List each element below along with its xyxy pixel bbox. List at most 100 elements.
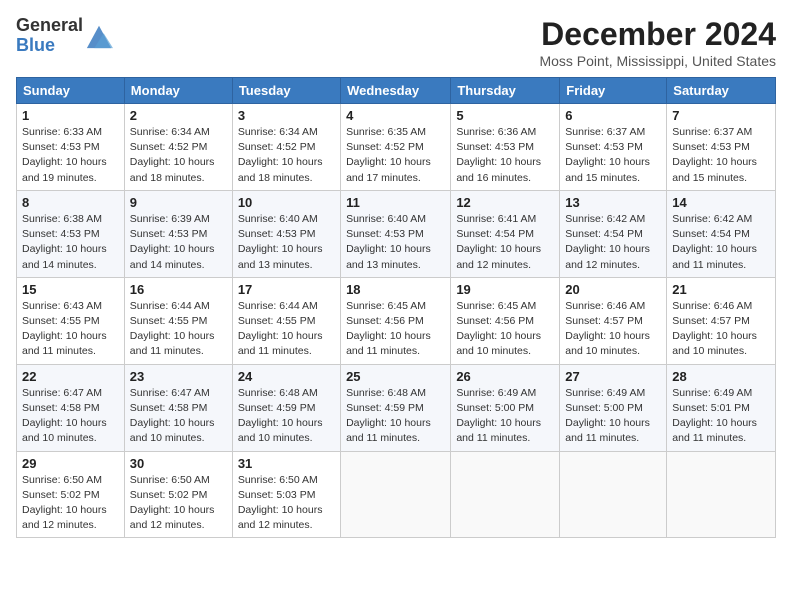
day-info: Sunrise: 6:42 AM Sunset: 4:54 PM Dayligh… (672, 212, 770, 273)
day-info: Sunrise: 6:44 AM Sunset: 4:55 PM Dayligh… (238, 299, 335, 360)
day-info: Sunrise: 6:50 AM Sunset: 5:03 PM Dayligh… (238, 473, 335, 534)
calendar-cell: 16 Sunrise: 6:44 AM Sunset: 4:55 PM Dayl… (124, 277, 232, 364)
day-info: Sunrise: 6:49 AM Sunset: 5:00 PM Dayligh… (456, 386, 554, 447)
calendar-cell: 24 Sunrise: 6:48 AM Sunset: 4:59 PM Dayl… (232, 364, 340, 451)
calendar-week-row: 29 Sunrise: 6:50 AM Sunset: 5:02 PM Dayl… (17, 451, 776, 538)
calendar-cell (341, 451, 451, 538)
logo-general: General (16, 15, 83, 35)
calendar-cell: 11 Sunrise: 6:40 AM Sunset: 4:53 PM Dayl… (341, 190, 451, 277)
day-number: 24 (238, 369, 335, 384)
day-info: Sunrise: 6:46 AM Sunset: 4:57 PM Dayligh… (672, 299, 770, 360)
month-title: December 2024 (539, 16, 776, 53)
calendar-cell: 30 Sunrise: 6:50 AM Sunset: 5:02 PM Dayl… (124, 451, 232, 538)
calendar-week-row: 8 Sunrise: 6:38 AM Sunset: 4:53 PM Dayli… (17, 190, 776, 277)
day-info: Sunrise: 6:33 AM Sunset: 4:53 PM Dayligh… (22, 125, 119, 186)
calendar-week-row: 22 Sunrise: 6:47 AM Sunset: 4:58 PM Dayl… (17, 364, 776, 451)
calendar-cell: 22 Sunrise: 6:47 AM Sunset: 4:58 PM Dayl… (17, 364, 125, 451)
day-number: 4 (346, 108, 445, 123)
day-info: Sunrise: 6:40 AM Sunset: 4:53 PM Dayligh… (346, 212, 445, 273)
logo-icon (85, 22, 113, 50)
calendar-cell: 13 Sunrise: 6:42 AM Sunset: 4:54 PM Dayl… (560, 190, 667, 277)
calendar-cell (667, 451, 776, 538)
day-info: Sunrise: 6:35 AM Sunset: 4:52 PM Dayligh… (346, 125, 445, 186)
day-number: 2 (130, 108, 227, 123)
weekday-header-wednesday: Wednesday (341, 78, 451, 104)
calendar-cell: 2 Sunrise: 6:34 AM Sunset: 4:52 PM Dayli… (124, 104, 232, 191)
day-info: Sunrise: 6:34 AM Sunset: 4:52 PM Dayligh… (238, 125, 335, 186)
day-number: 9 (130, 195, 227, 210)
day-number: 14 (672, 195, 770, 210)
day-number: 13 (565, 195, 661, 210)
day-number: 19 (456, 282, 554, 297)
location: Moss Point, Mississippi, United States (539, 53, 776, 69)
calendar-cell: 3 Sunrise: 6:34 AM Sunset: 4:52 PM Dayli… (232, 104, 340, 191)
day-number: 1 (22, 108, 119, 123)
calendar-cell: 9 Sunrise: 6:39 AM Sunset: 4:53 PM Dayli… (124, 190, 232, 277)
calendar-cell: 5 Sunrise: 6:36 AM Sunset: 4:53 PM Dayli… (451, 104, 560, 191)
day-number: 25 (346, 369, 445, 384)
calendar-cell: 29 Sunrise: 6:50 AM Sunset: 5:02 PM Dayl… (17, 451, 125, 538)
calendar-cell: 26 Sunrise: 6:49 AM Sunset: 5:00 PM Dayl… (451, 364, 560, 451)
weekday-header-monday: Monday (124, 78, 232, 104)
calendar-cell: 14 Sunrise: 6:42 AM Sunset: 4:54 PM Dayl… (667, 190, 776, 277)
calendar-cell: 20 Sunrise: 6:46 AM Sunset: 4:57 PM Dayl… (560, 277, 667, 364)
weekday-header-row: SundayMondayTuesdayWednesdayThursdayFrid… (17, 78, 776, 104)
calendar-cell: 7 Sunrise: 6:37 AM Sunset: 4:53 PM Dayli… (667, 104, 776, 191)
day-info: Sunrise: 6:38 AM Sunset: 4:53 PM Dayligh… (22, 212, 119, 273)
day-number: 15 (22, 282, 119, 297)
day-number: 29 (22, 456, 119, 471)
day-info: Sunrise: 6:43 AM Sunset: 4:55 PM Dayligh… (22, 299, 119, 360)
calendar-cell: 1 Sunrise: 6:33 AM Sunset: 4:53 PM Dayli… (17, 104, 125, 191)
calendar-table: SundayMondayTuesdayWednesdayThursdayFrid… (16, 77, 776, 538)
day-info: Sunrise: 6:50 AM Sunset: 5:02 PM Dayligh… (22, 473, 119, 534)
day-info: Sunrise: 6:37 AM Sunset: 4:53 PM Dayligh… (565, 125, 661, 186)
calendar-cell: 12 Sunrise: 6:41 AM Sunset: 4:54 PM Dayl… (451, 190, 560, 277)
day-info: Sunrise: 6:50 AM Sunset: 5:02 PM Dayligh… (130, 473, 227, 534)
weekday-header-thursday: Thursday (451, 78, 560, 104)
title-block: December 2024 Moss Point, Mississippi, U… (539, 16, 776, 69)
day-number: 31 (238, 456, 335, 471)
weekday-header-saturday: Saturday (667, 78, 776, 104)
day-info: Sunrise: 6:40 AM Sunset: 4:53 PM Dayligh… (238, 212, 335, 273)
calendar-cell: 10 Sunrise: 6:40 AM Sunset: 4:53 PM Dayl… (232, 190, 340, 277)
calendar-cell: 17 Sunrise: 6:44 AM Sunset: 4:55 PM Dayl… (232, 277, 340, 364)
day-info: Sunrise: 6:45 AM Sunset: 4:56 PM Dayligh… (346, 299, 445, 360)
day-info: Sunrise: 6:47 AM Sunset: 4:58 PM Dayligh… (130, 386, 227, 447)
calendar-cell: 25 Sunrise: 6:48 AM Sunset: 4:59 PM Dayl… (341, 364, 451, 451)
logo: General Blue (16, 16, 113, 56)
day-number: 23 (130, 369, 227, 384)
calendar-cell: 27 Sunrise: 6:49 AM Sunset: 5:00 PM Dayl… (560, 364, 667, 451)
day-number: 7 (672, 108, 770, 123)
day-info: Sunrise: 6:46 AM Sunset: 4:57 PM Dayligh… (565, 299, 661, 360)
day-info: Sunrise: 6:37 AM Sunset: 4:53 PM Dayligh… (672, 125, 770, 186)
calendar-cell: 31 Sunrise: 6:50 AM Sunset: 5:03 PM Dayl… (232, 451, 340, 538)
day-info: Sunrise: 6:49 AM Sunset: 5:01 PM Dayligh… (672, 386, 770, 447)
calendar-cell: 23 Sunrise: 6:47 AM Sunset: 4:58 PM Dayl… (124, 364, 232, 451)
day-info: Sunrise: 6:36 AM Sunset: 4:53 PM Dayligh… (456, 125, 554, 186)
day-number: 6 (565, 108, 661, 123)
day-number: 20 (565, 282, 661, 297)
calendar-cell: 6 Sunrise: 6:37 AM Sunset: 4:53 PM Dayli… (560, 104, 667, 191)
day-number: 27 (565, 369, 661, 384)
calendar-cell: 21 Sunrise: 6:46 AM Sunset: 4:57 PM Dayl… (667, 277, 776, 364)
weekday-header-tuesday: Tuesday (232, 78, 340, 104)
day-number: 18 (346, 282, 445, 297)
day-number: 3 (238, 108, 335, 123)
day-info: Sunrise: 6:48 AM Sunset: 4:59 PM Dayligh… (346, 386, 445, 447)
day-number: 8 (22, 195, 119, 210)
day-info: Sunrise: 6:44 AM Sunset: 4:55 PM Dayligh… (130, 299, 227, 360)
day-number: 17 (238, 282, 335, 297)
day-info: Sunrise: 6:47 AM Sunset: 4:58 PM Dayligh… (22, 386, 119, 447)
page-header: General Blue December 2024 Moss Point, M… (16, 16, 776, 69)
calendar-cell: 18 Sunrise: 6:45 AM Sunset: 4:56 PM Dayl… (341, 277, 451, 364)
calendar-cell (560, 451, 667, 538)
day-info: Sunrise: 6:49 AM Sunset: 5:00 PM Dayligh… (565, 386, 661, 447)
day-info: Sunrise: 6:45 AM Sunset: 4:56 PM Dayligh… (456, 299, 554, 360)
weekday-header-sunday: Sunday (17, 78, 125, 104)
calendar-cell: 4 Sunrise: 6:35 AM Sunset: 4:52 PM Dayli… (341, 104, 451, 191)
day-number: 10 (238, 195, 335, 210)
calendar-cell: 28 Sunrise: 6:49 AM Sunset: 5:01 PM Dayl… (667, 364, 776, 451)
day-info: Sunrise: 6:41 AM Sunset: 4:54 PM Dayligh… (456, 212, 554, 273)
weekday-header-friday: Friday (560, 78, 667, 104)
day-number: 5 (456, 108, 554, 123)
